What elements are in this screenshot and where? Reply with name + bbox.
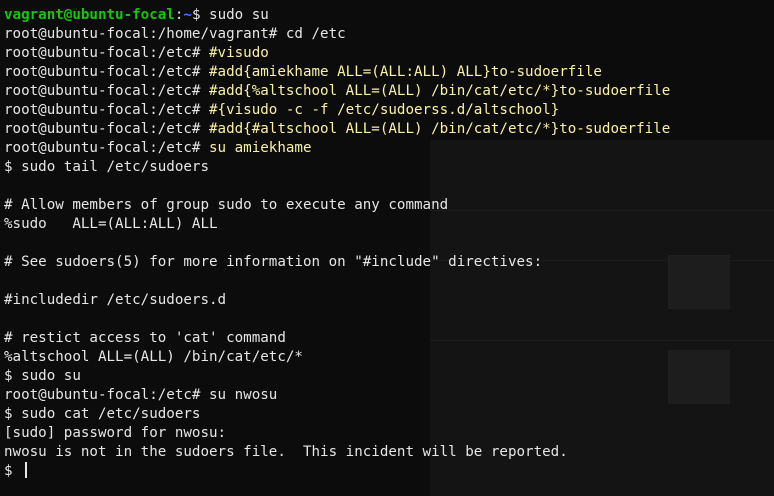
terminal-line: # Allow members of group sudo to execute…	[4, 197, 449, 213]
terminal-line: $ sudo tail /etc/sudoers	[4, 159, 209, 175]
terminal-line: #includedir /etc/sudoers.d	[4, 292, 227, 308]
root-prompt: root@ubuntu-focal:/etc#	[4, 64, 201, 80]
terminal-line: root@ubuntu-focal:/etc# su nwosu	[4, 386, 670, 405]
terminal-line: [sudo] password for nwosu:	[4, 425, 227, 441]
command-text: #add{%altschool ALL=(ALL) /bin/cat/etc/*…	[200, 83, 671, 99]
root-prompt: root@ubuntu-focal:/etc#	[4, 140, 201, 156]
command-text: sudo su	[200, 7, 269, 23]
root-prompt: root@ubuntu-focal:/etc#	[4, 102, 201, 118]
command-text: #visudo	[200, 45, 269, 61]
terminal-line: $ sudo su	[4, 368, 81, 384]
prompt-path: ~	[183, 7, 192, 23]
terminal-line: $ sudo cat /etc/sudoers	[4, 406, 201, 422]
command-text: #{visudo -c -f /etc/sudoerss.d/altschool…	[200, 102, 560, 118]
command-text: su nwosu	[200, 387, 278, 403]
root-prompt: root@ubuntu-focal:/etc#	[4, 121, 201, 137]
terminal-line: # restict access to 'cat' command	[4, 330, 286, 346]
terminal-line: root@ubuntu-focal:/etc# #{visudo -c -f /…	[4, 101, 670, 120]
command-text: #add{#altschool ALL=(ALL) /bin/cat/etc/*…	[200, 121, 671, 137]
command-text: #add{amiekhame ALL=(ALL:ALL) ALL}to-sudo…	[200, 64, 602, 80]
terminal-line: vagrant@ubuntu-focal:~$ sudo su	[4, 7, 269, 23]
terminal-window[interactable]: vagrant@ubuntu-focal:~$ sudo su root@ubu…	[0, 0, 774, 496]
terminal-line: nwosu is not in the sudoers file. This i…	[4, 444, 568, 460]
shell-prompt: $	[4, 463, 22, 479]
terminal-line: root@ubuntu-focal:/etc# #visudo	[4, 44, 670, 63]
terminal-line: # See sudoers(5) for more information on…	[4, 254, 543, 270]
terminal-input-line[interactable]: $	[4, 462, 670, 481]
terminal-line: root@ubuntu-focal:/etc# #add{#altschool …	[4, 120, 670, 139]
terminal-line: root@ubuntu-focal:/etc# #add{amiekhame A…	[4, 63, 670, 82]
root-prompt: root@ubuntu-focal:/etc#	[4, 387, 201, 403]
user-host-prompt: vagrant@ubuntu-focal	[4, 7, 175, 23]
text-cursor	[25, 462, 28, 478]
terminal-line: root@ubuntu-focal:/etc# #add{%altschool …	[4, 82, 670, 101]
command-text: su amiekhame	[200, 140, 312, 156]
terminal-output[interactable]: vagrant@ubuntu-focal:~$ sudo su root@ubu…	[4, 6, 670, 481]
command-text: cd /etc	[277, 26, 346, 42]
terminal-line: %altschool ALL=(ALL) /bin/cat/etc/*	[4, 349, 303, 365]
terminal-line: root@ubuntu-focal:/home/vagrant# cd /etc	[4, 25, 670, 44]
terminal-line: root@ubuntu-focal:/etc# su amiekhame	[4, 139, 670, 158]
root-prompt: root@ubuntu-focal:/etc#	[4, 45, 201, 61]
terminal-line: %sudo ALL=(ALL:ALL) ALL	[4, 216, 218, 232]
root-prompt: root@ubuntu-focal:/etc#	[4, 83, 201, 99]
root-prompt: root@ubuntu-focal:/home/vagrant#	[4, 26, 278, 42]
